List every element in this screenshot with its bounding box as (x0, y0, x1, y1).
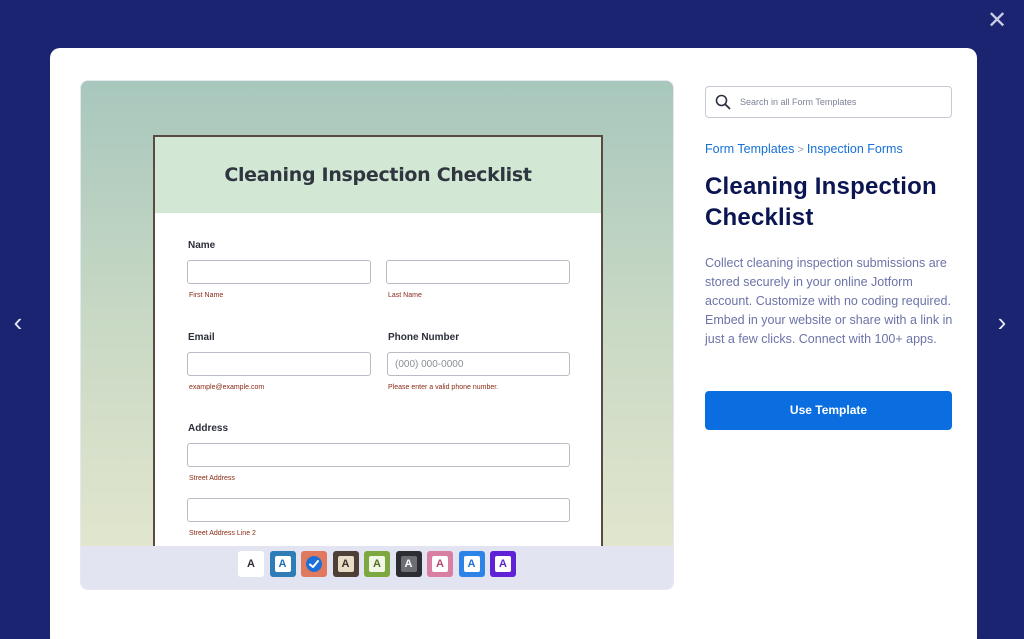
search-icon (715, 94, 731, 110)
phone-sublabel: Please enter a valid phone number. (388, 384, 499, 391)
theme-swatch[interactable]: A (332, 551, 359, 577)
street-address-input[interactable] (187, 443, 570, 467)
swatch-letter: A (400, 556, 417, 572)
use-template-button[interactable]: Use Template (705, 391, 952, 430)
theme-swatch[interactable]: A (427, 551, 453, 577)
swatch-letter: A (463, 556, 480, 572)
page-title: Cleaning Inspection Checklist (705, 173, 937, 231)
phone-label: Phone Number (388, 332, 460, 343)
breadcrumb: Form Templates > Inspection Forms (705, 142, 903, 156)
theme-swatch[interactable]: A (458, 551, 485, 577)
theme-swatch[interactable]: A (490, 551, 516, 577)
breadcrumb-form-templates[interactable]: Form Templates (705, 142, 794, 156)
street-address-line2-sublabel: Street Address Line 2 (189, 530, 256, 537)
street-address-line2-input[interactable] (187, 498, 570, 522)
form-card: Cleaning Inspection Checklist Name First… (153, 135, 603, 565)
background-page (0, 0, 1024, 48)
form-preview: Cleaning Inspection Checklist Name First… (80, 80, 674, 590)
street-address-sublabel: Street Address (189, 475, 235, 482)
address-label: Address (188, 423, 229, 434)
theme-swatch[interactable] (301, 551, 327, 577)
last-name-input[interactable] (386, 260, 570, 284)
name-label: Name (188, 240, 216, 251)
theme-swatch[interactable]: A (395, 551, 422, 577)
email-sublabel: example@example.com (189, 384, 265, 391)
template-preview-modal: Cleaning Inspection Checklist Name First… (50, 48, 977, 639)
theme-selector: AAAAAAAA (81, 546, 673, 589)
theme-swatch[interactable]: A (364, 551, 390, 577)
swatch-letter: A (337, 556, 354, 572)
close-icon[interactable]: ✕ (985, 9, 1009, 33)
theme-swatch[interactable]: A (269, 551, 296, 577)
swatch-letter: A (274, 556, 291, 572)
previous-template-arrow[interactable]: ‹ (8, 308, 28, 336)
template-search-box[interactable] (705, 86, 952, 118)
email-label: Email (188, 332, 215, 343)
template-description: Collect cleaning inspection submissions … (705, 256, 953, 346)
swatch-letter: A (432, 556, 448, 572)
swatch-letter: A (243, 556, 259, 572)
form-title: Cleaning Inspection Checklist (224, 164, 532, 186)
phone-input[interactable]: (000) 000-0000 (387, 352, 570, 376)
theme-swatch[interactable]: A (238, 551, 264, 577)
chevron-right-icon: > (797, 144, 804, 156)
next-template-arrow[interactable]: › (992, 308, 1012, 336)
first-name-sublabel: First Name (189, 292, 224, 299)
first-name-input[interactable] (187, 260, 371, 284)
search-input[interactable] (740, 93, 940, 111)
last-name-sublabel: Last Name (388, 292, 422, 299)
swatch-letter: A (369, 556, 385, 572)
breadcrumb-inspection-forms[interactable]: Inspection Forms (807, 142, 903, 156)
swatch-letter: A (495, 556, 511, 572)
check-icon (306, 556, 322, 572)
email-input[interactable] (187, 352, 371, 376)
form-header: Cleaning Inspection Checklist (155, 137, 601, 213)
